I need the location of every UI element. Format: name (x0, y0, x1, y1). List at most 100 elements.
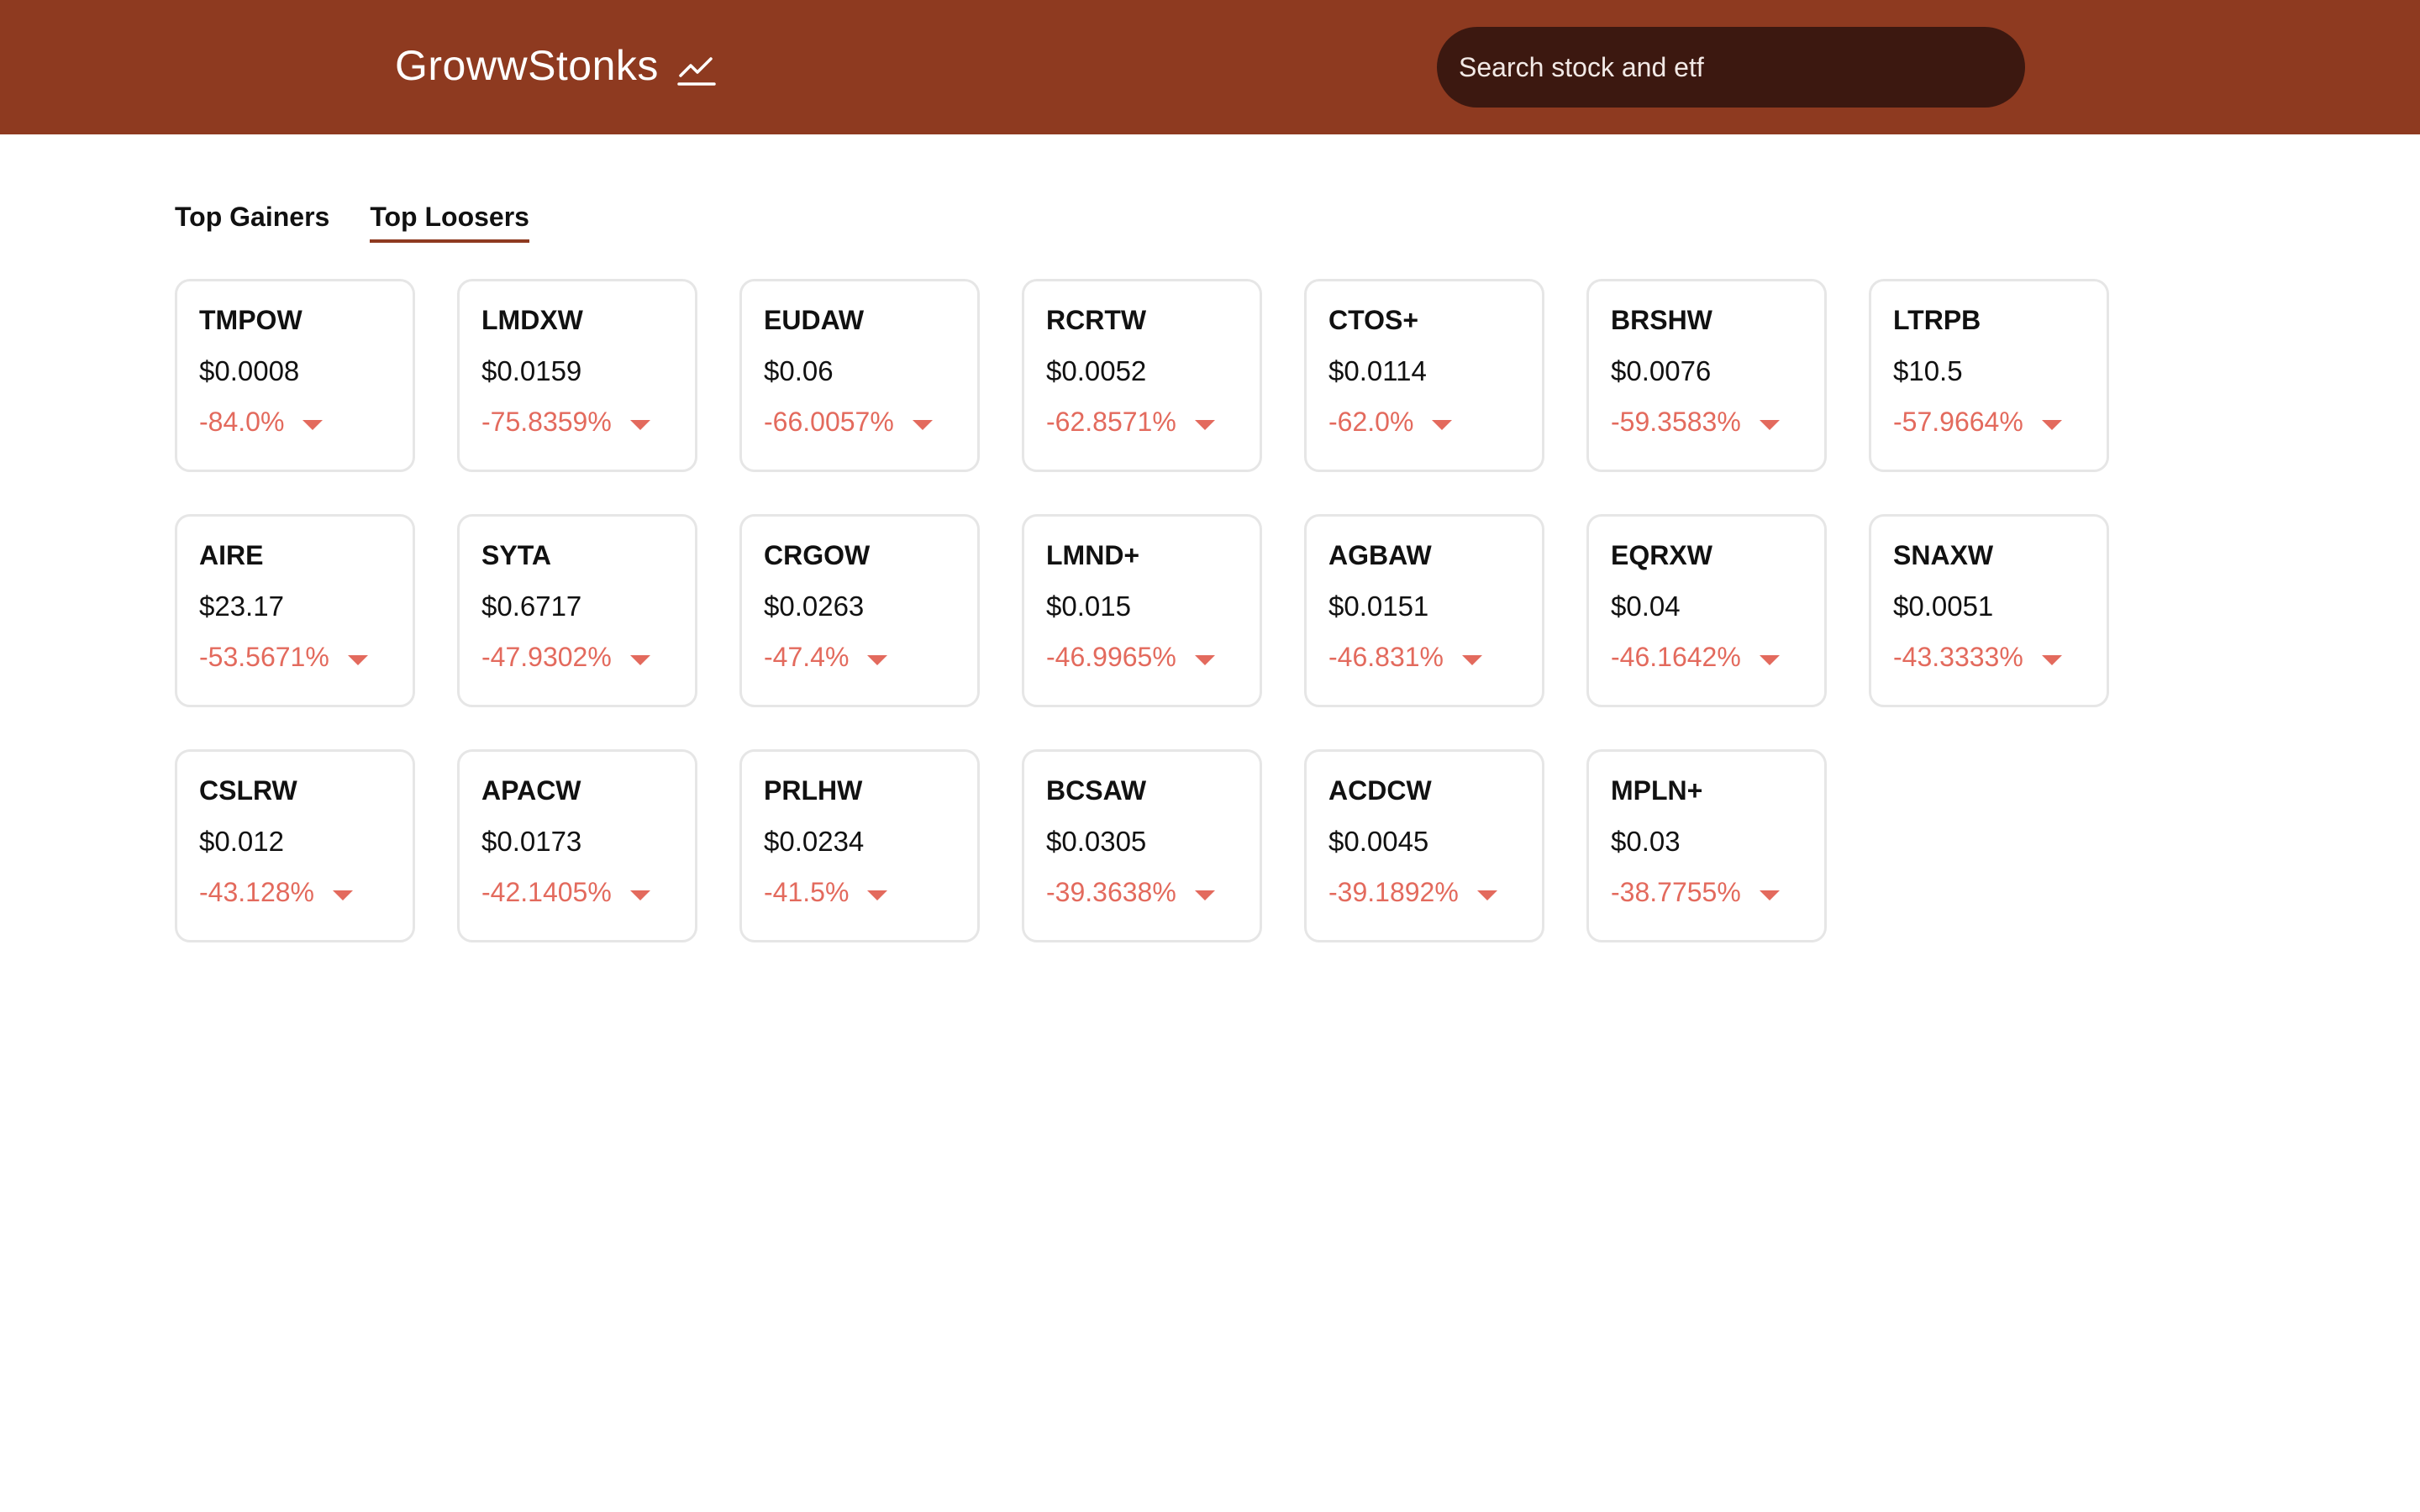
caret-down-icon (347, 655, 368, 665)
stock-ticker: ACDCW (1328, 775, 1432, 806)
stock-card[interactable]: AGBAW $0.0151 -46.831% (1304, 514, 1544, 707)
stock-change: -62.0% (1328, 408, 1542, 435)
stock-card[interactable]: LMDXW $0.0159 -75.8359% (457, 279, 697, 472)
stock-card[interactable]: AIRE $23.17 -53.5671% (175, 514, 415, 707)
stock-price: $0.0159 (481, 355, 582, 386)
stock-price: $10.5 (1893, 355, 1963, 386)
stock-card[interactable]: ACDCW $0.0045 -39.1892% (1304, 749, 1544, 942)
caret-down-icon (912, 420, 933, 430)
stock-price: $0.0305 (1046, 826, 1147, 857)
stock-ticker: LMND+ (1046, 540, 1140, 570)
stock-change: -57.9664% (1893, 408, 2107, 435)
stock-ticker: MPLN+ (1611, 775, 1703, 806)
trending-chart-icon (677, 57, 716, 86)
stock-change-value: -59.3583% (1611, 407, 1741, 437)
stock-card[interactable]: CTOS+ $0.0114 -62.0% (1304, 279, 1544, 472)
stock-change: -42.1405% (481, 879, 695, 906)
stock-price: $0.03 (1611, 826, 1681, 857)
stock-price: $0.04 (1611, 591, 1681, 622)
caret-down-icon (629, 655, 650, 665)
stock-card[interactable]: EQRXW $0.04 -46.1642% (1586, 514, 1827, 707)
stock-price: $0.0008 (199, 355, 300, 386)
stock-ticker: SYTA (481, 540, 551, 570)
stock-card-grid: TMPOW $0.0008 -84.0% LMDXW $0.0159 -75.8359% E… (175, 279, 2109, 942)
stock-ticker: CSLRW (199, 775, 297, 806)
stock-change: -53.5671% (199, 643, 413, 670)
stock-change: -47.9302% (481, 643, 695, 670)
stock-ticker: PRLHW (764, 775, 863, 806)
stock-change-value: -39.1892% (1328, 877, 1459, 907)
stock-ticker: AIRE (199, 540, 264, 570)
stock-card[interactable]: CSLRW $0.012 -43.128% (175, 749, 415, 942)
stock-change: -39.3638% (1046, 879, 1260, 906)
stock-price: $0.0076 (1611, 355, 1712, 386)
stock-change-value: -84.0% (199, 407, 285, 437)
tab-bar: Top Gainers Top Loosers (175, 202, 529, 243)
stock-ticker: EQRXW (1611, 540, 1712, 570)
stock-price: $0.0052 (1046, 355, 1147, 386)
stock-card[interactable]: CRGOW $0.0263 -47.4% (739, 514, 980, 707)
caret-down-icon (1759, 420, 1780, 430)
stock-change-value: -46.831% (1328, 642, 1444, 672)
top-navbar: GrowwStonks (0, 0, 2420, 134)
caret-down-icon (2041, 420, 2062, 430)
tab-top-loosers[interactable]: Top Loosers (370, 202, 529, 243)
stock-change-value: -47.4% (764, 642, 850, 672)
stock-card[interactable]: SNAXW $0.0051 -43.3333% (1869, 514, 2109, 707)
stock-price: $0.012 (199, 826, 284, 857)
stock-change-value: -43.128% (199, 877, 314, 907)
stock-change-value: -38.7755% (1611, 877, 1741, 907)
stock-ticker: RCRTW (1046, 305, 1147, 335)
stock-card[interactable]: LTRPB $10.5 -57.9664% (1869, 279, 2109, 472)
caret-down-icon (1461, 655, 1482, 665)
stock-card[interactable]: RCRTW $0.0052 -62.8571% (1022, 279, 1262, 472)
stock-change-value: -46.9965% (1046, 642, 1176, 672)
stock-change-value: -42.1405% (481, 877, 612, 907)
stock-card[interactable]: TMPOW $0.0008 -84.0% (175, 279, 415, 472)
stock-ticker: TMPOW (199, 305, 302, 335)
stock-change: -59.3583% (1611, 408, 1824, 435)
stock-ticker: LTRPB (1893, 305, 1981, 335)
brand-name[interactable]: GrowwStonks (395, 41, 659, 90)
stock-card[interactable]: APACW $0.0173 -42.1405% (457, 749, 697, 942)
stock-ticker: CTOS+ (1328, 305, 1418, 335)
stock-card[interactable]: SYTA $0.6717 -47.9302% (457, 514, 697, 707)
stock-card[interactable]: BCSAW $0.0305 -39.3638% (1022, 749, 1262, 942)
stock-change-value: -57.9664% (1893, 407, 2023, 437)
stock-price: $0.0263 (764, 591, 865, 622)
stock-change-value: -47.9302% (481, 642, 612, 672)
search-bar[interactable] (1437, 27, 2025, 108)
stock-change-value: -41.5% (764, 877, 850, 907)
stock-price: $0.015 (1046, 591, 1131, 622)
caret-down-icon (867, 890, 888, 900)
stock-change: -47.4% (764, 643, 977, 670)
stock-card[interactable]: BRSHW $0.0076 -59.3583% (1586, 279, 1827, 472)
caret-down-icon (1432, 420, 1453, 430)
stock-change-value: -66.0057% (764, 407, 894, 437)
caret-down-icon (1476, 890, 1497, 900)
stock-ticker: EUDAW (764, 305, 865, 335)
caret-down-icon (1194, 890, 1215, 900)
stock-card[interactable]: MPLN+ $0.03 -38.7755% (1586, 749, 1827, 942)
caret-down-icon (2041, 655, 2062, 665)
stock-card[interactable]: LMND+ $0.015 -46.9965% (1022, 514, 1262, 707)
stock-change-value: -43.3333% (1893, 642, 2023, 672)
caret-down-icon (629, 420, 650, 430)
search-input[interactable] (1457, 50, 1998, 84)
stock-card[interactable]: PRLHW $0.0234 -41.5% (739, 749, 980, 942)
stock-ticker: SNAXW (1893, 540, 1994, 570)
stock-price: $0.0151 (1328, 591, 1429, 622)
stock-change: -46.831% (1328, 643, 1542, 670)
brand-logo[interactable]: GrowwStonks (395, 39, 716, 92)
stock-price: $0.0114 (1328, 355, 1427, 386)
stock-change: -43.3333% (1893, 643, 2107, 670)
stock-change: -46.1642% (1611, 643, 1824, 670)
stock-ticker: CRGOW (764, 540, 871, 570)
stock-change: -84.0% (199, 408, 413, 435)
stock-change: -43.128% (199, 879, 413, 906)
stock-card[interactable]: EUDAW $0.06 -66.0057% (739, 279, 980, 472)
stock-change-value: -75.8359% (481, 407, 612, 437)
stock-change: -66.0057% (764, 408, 977, 435)
tab-top-gainers[interactable]: Top Gainers (175, 202, 329, 243)
stock-change: -62.8571% (1046, 408, 1260, 435)
